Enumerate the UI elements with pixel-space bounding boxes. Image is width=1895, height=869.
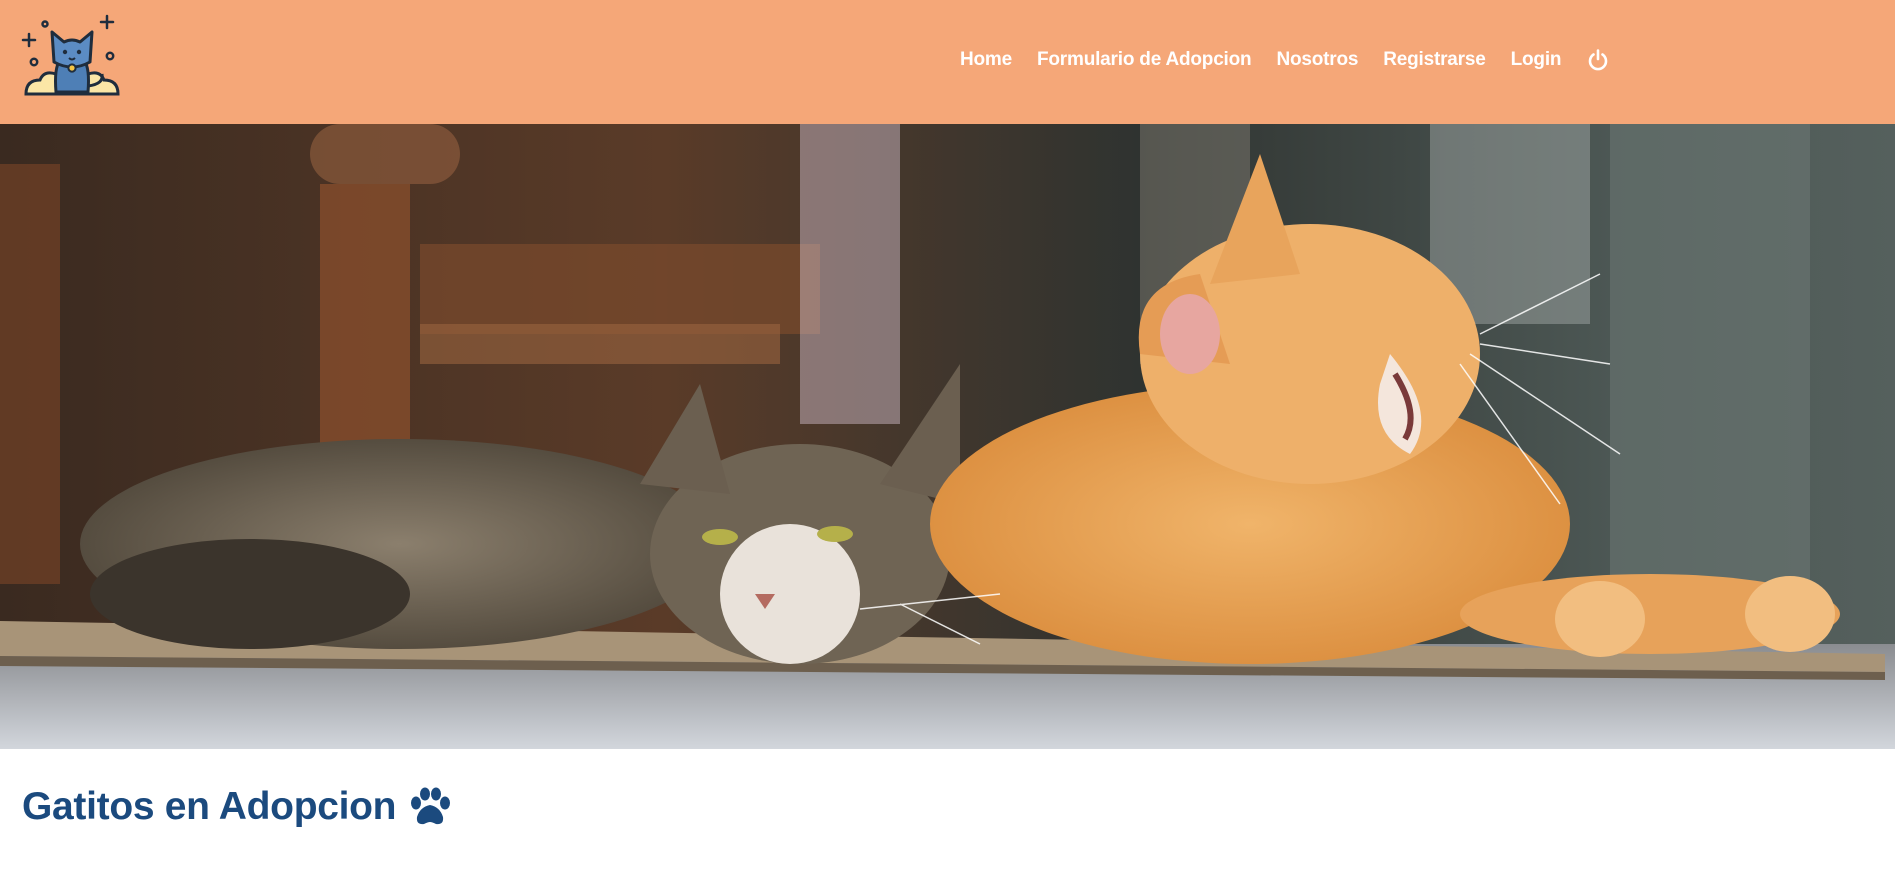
hero-banner (0, 124, 1895, 749)
page-title: Gatitos en Adopcion (22, 785, 452, 829)
cats-hero-image (0, 124, 1895, 749)
paw-icon (411, 787, 451, 825)
nav-link-about-us[interactable]: Nosotros (1276, 49, 1358, 71)
nav-link-register[interactable]: Registrarse (1383, 49, 1486, 71)
nav-link-home[interactable]: Home (960, 49, 1012, 71)
navbar: Home Formulario de Adopcion Nosotros Reg… (0, 0, 1895, 124)
nav-link-adoption-form[interactable]: Formulario de Adopcion (1037, 49, 1252, 71)
cat-logo-icon[interactable] (18, 12, 124, 104)
page-title-text: Gatitos en Adopcion (22, 785, 397, 828)
power-icon[interactable] (1586, 48, 1610, 72)
nav-links: Home Formulario de Adopcion Nosotros Reg… (960, 0, 1610, 120)
nav-link-login[interactable]: Login (1511, 49, 1562, 71)
